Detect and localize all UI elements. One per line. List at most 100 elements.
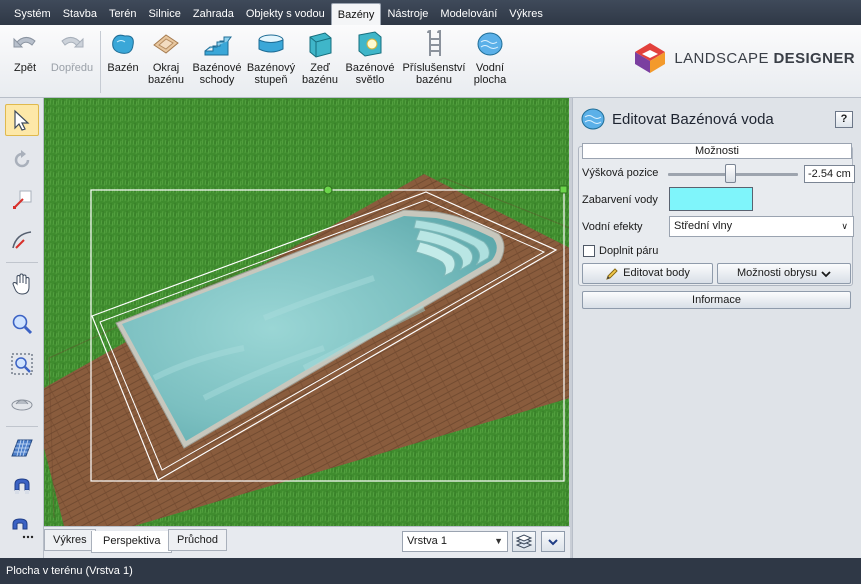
status-bar: Plocha v terénu (Vrstva 1) — [0, 558, 861, 584]
menu-roads[interactable]: Silnice — [142, 3, 186, 25]
undo-icon — [13, 37, 36, 48]
arc-icon — [12, 231, 32, 249]
status-text: Plocha v terénu (Vrstva 1) — [6, 565, 133, 577]
view-tabs-bar: Výkres Perspektiva Průchod Vrstva 1 ▼ — [44, 526, 570, 558]
water-color-swatch[interactable] — [669, 187, 753, 211]
logo-text-light: LANDSCAPE — [674, 49, 774, 67]
layers-button[interactable] — [512, 531, 536, 552]
menu-terrain[interactable]: Terén — [103, 3, 143, 25]
logo-text: LANDSCAPE DESIGNER — [674, 50, 855, 67]
water-surface-button[interactable]: Vodní plocha — [472, 29, 508, 86]
pool-step-button[interactable]: Bazénový stupeň — [246, 29, 296, 86]
pan-tool[interactable] — [5, 268, 39, 300]
undo-button[interactable]: Zpět — [8, 29, 42, 74]
arrow-pointer-icon — [14, 109, 30, 131]
steam-label: Doplnit páru — [599, 245, 659, 257]
arc-tool[interactable] — [5, 224, 39, 256]
pool-light-label-1: Bazénové — [345, 62, 395, 74]
menu-drawing[interactable]: Výkres — [503, 3, 549, 25]
menu-pools[interactable]: Bazény — [330, 3, 382, 25]
landscape-designer-logo-icon — [635, 43, 666, 73]
ribbon-toolbar: Zpět Dopředu Bazén Okraj bazénu Bazénové… — [0, 25, 861, 98]
pool-stairs-label-2: schody — [199, 74, 235, 86]
chevron-down-icon: ▼ — [494, 536, 503, 546]
tab-perspective[interactable]: Perspektiva — [91, 531, 173, 553]
outline-options-button[interactable]: Možnosti obrysu — [717, 263, 851, 284]
menu-system[interactable]: Systém — [8, 3, 57, 25]
left-toolbar — [0, 98, 44, 558]
3d-viewport[interactable] — [44, 98, 570, 526]
options-group-title: Možnosti — [582, 143, 852, 159]
height-input[interactable]: -2.54 cm — [804, 165, 855, 183]
redo-button[interactable]: Dopředu — [48, 29, 96, 74]
magnet-options-icon — [12, 518, 34, 539]
magnet-icon — [14, 478, 30, 494]
pool-label: Bazén — [107, 62, 139, 74]
water-surface-label-1: Vodní — [475, 62, 505, 74]
water-effects-select[interactable]: Střední vlny ∨ — [669, 216, 854, 237]
menu-garden[interactable]: Zahrada — [187, 3, 240, 25]
pool-step-label-2: stupeň — [254, 74, 288, 86]
menu-building[interactable]: Stavba — [57, 3, 103, 25]
pool-accessories-button[interactable]: Příslušenství bazénu — [402, 29, 466, 86]
grid-icon — [11, 439, 33, 457]
view-icon — [11, 399, 33, 411]
chevron-down-icon — [548, 538, 558, 545]
rotate-icon — [14, 150, 30, 168]
water-surface-icon — [581, 108, 605, 130]
water-surface-icon — [477, 32, 503, 56]
pool-ladder-icon — [427, 29, 441, 56]
resize-tool[interactable] — [5, 184, 39, 216]
menu-modeling[interactable]: Modelování — [434, 3, 503, 25]
help-button[interactable]: ? — [835, 111, 853, 128]
pencil-icon — [606, 267, 618, 280]
edit-points-button[interactable]: Editovat body — [582, 263, 713, 284]
menu-water-objects[interactable]: Objekty s vodou — [240, 3, 331, 25]
zoom-window-icon — [11, 353, 33, 375]
pool-button[interactable]: Bazén — [106, 29, 140, 74]
steam-checkbox[interactable] — [583, 245, 595, 257]
pool-edge-button[interactable]: Okraj bazénu — [144, 29, 188, 86]
layer-select[interactable]: Vrstva 1 ▼ — [402, 531, 508, 552]
rotate-tool[interactable] — [5, 144, 39, 176]
info-label: Informace — [692, 294, 741, 306]
pool-accessories-label-2: bazénu — [415, 74, 453, 86]
tab-drawing[interactable]: Výkres — [44, 529, 96, 551]
height-slider-thumb[interactable] — [725, 164, 737, 183]
pool-light-icon — [358, 31, 382, 57]
undo-label: Zpět — [13, 62, 36, 74]
pool-stairs-icon — [204, 36, 232, 56]
pool-light-label-2: světlo — [355, 74, 385, 86]
pool-edge-label-1: Okraj — [152, 62, 180, 74]
pool-light-button[interactable]: Bazénové světlo — [345, 29, 395, 86]
redo-icon — [61, 37, 84, 48]
pool-step-label-1: Bazénový — [246, 62, 296, 74]
pool-edge-label-2: bazénu — [147, 74, 185, 86]
grid-tool[interactable] — [5, 432, 39, 464]
menu-bar: Systém Stavba Terén Silnice Zahrada Obje… — [0, 0, 861, 25]
pool-stairs-label-1: Bazénové — [192, 62, 242, 74]
info-button[interactable]: Informace — [582, 291, 851, 309]
chevron-down-icon — [821, 270, 831, 277]
select-tool[interactable] — [5, 104, 39, 136]
pool-step-icon — [258, 34, 284, 53]
edit-points-label: Editovat body — [623, 267, 690, 279]
zoom-window-tool[interactable] — [5, 348, 39, 380]
pool-icon — [112, 34, 134, 54]
layers-dropdown-button[interactable] — [541, 531, 565, 552]
tab-walkthrough[interactable]: Průchod — [168, 529, 227, 551]
chevron-down-icon: ∨ — [841, 221, 848, 231]
resize-icon — [13, 190, 32, 209]
hand-icon — [12, 273, 30, 295]
pool-stairs-button[interactable]: Bazénové schody — [192, 29, 242, 86]
toolbar-separator — [6, 262, 38, 263]
magnet-options-tool[interactable] — [5, 512, 39, 544]
magnifier-icon — [12, 314, 33, 335]
layer-select-value: Vrstva 1 — [407, 535, 447, 547]
view-tool[interactable] — [5, 388, 39, 420]
zoom-tool[interactable] — [5, 308, 39, 340]
water-surface-label-2: plocha — [473, 74, 507, 86]
menu-tools[interactable]: Nástroje — [381, 3, 434, 25]
pool-wall-button[interactable]: Zeď bazénu — [300, 29, 340, 86]
magnet-tool[interactable] — [5, 472, 39, 504]
